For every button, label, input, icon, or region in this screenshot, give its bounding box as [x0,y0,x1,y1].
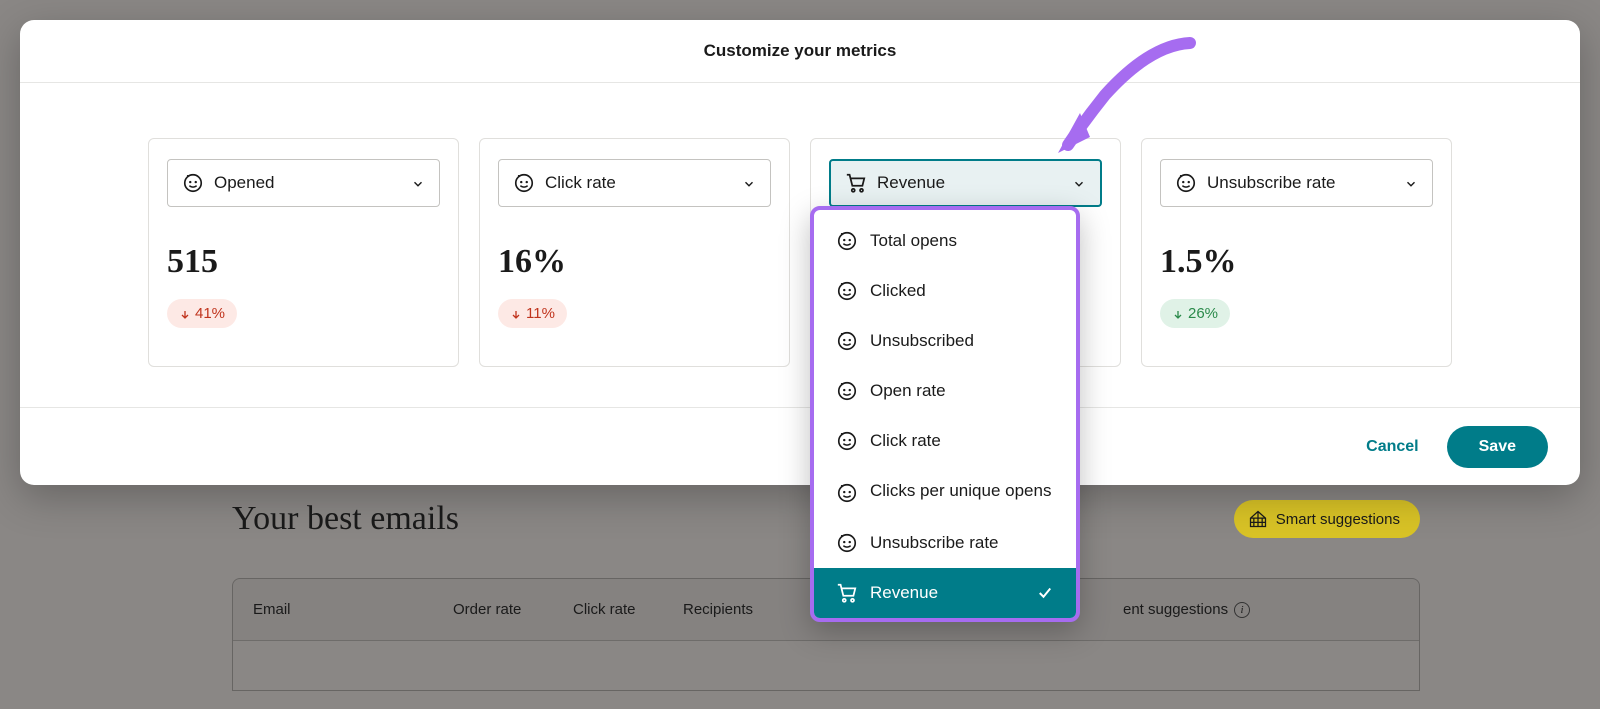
metric-dropdown[interactable]: Total opens Clicked Unsubscribed Open ra… [810,206,1080,622]
freddie-icon [836,380,858,402]
metric-delta: 41% [167,299,237,328]
modal-footer: Cancel Save [20,407,1580,485]
modal-body: Opened 515 41% [20,83,1580,407]
dropdown-option-label: Clicks per unique opens [870,480,1051,503]
metric-select-label: Opened [214,173,275,193]
arrow-down-icon [1172,308,1184,320]
dropdown-option-label: Click rate [870,431,941,451]
metric-delta: 26% [1160,299,1230,328]
freddie-icon [836,430,858,452]
metric-select-label: Unsubscribe rate [1207,173,1336,193]
metric-card-opened: Opened 515 41% [148,138,459,367]
metric-card-click-rate: Click rate 16% 11% [479,138,790,367]
cancel-button[interactable]: Cancel [1366,438,1418,456]
dropdown-option-label: Revenue [870,583,938,603]
metric-value: 515 [167,243,440,281]
freddie-icon [836,532,858,554]
dropdown-option-click-rate[interactable]: Click rate [814,416,1076,466]
dropdown-option-total-opens[interactable]: Total opens [814,216,1076,266]
metric-select-click-rate[interactable]: Click rate [498,159,771,207]
dropdown-option-clicked[interactable]: Clicked [814,266,1076,316]
metric-select-opened[interactable]: Opened [167,159,440,207]
freddie-icon [1175,172,1197,194]
freddie-icon [836,482,858,504]
cart-icon [845,172,867,194]
dropdown-option-clicks-per-unique-opens[interactable]: Clicks per unique opens [814,466,1076,518]
metric-select-label: Revenue [877,173,945,193]
metric-value: 16% [498,243,771,281]
metric-select-label: Click rate [545,173,616,193]
dropdown-option-label: Total opens [870,231,957,251]
metric-select-unsubscribe-rate[interactable]: Unsubscribe rate [1160,159,1433,207]
metric-value: 1.5% [1160,243,1433,281]
dropdown-option-label: Unsubscribe rate [870,533,999,553]
arrow-down-icon [510,308,522,320]
dropdown-option-open-rate[interactable]: Open rate [814,366,1076,416]
metric-select-revenue[interactable]: Revenue [829,159,1102,207]
dropdown-option-revenue[interactable]: Revenue [814,568,1076,618]
arrow-down-icon [179,308,191,320]
check-icon [1036,584,1054,602]
save-button[interactable]: Save [1447,426,1548,468]
modal-title: Customize your metrics [20,20,1580,83]
freddie-icon [836,230,858,252]
freddie-icon [836,330,858,352]
cart-icon [836,582,858,604]
freddie-icon [182,172,204,194]
dropdown-option-label: Clicked [870,281,926,301]
dropdown-option-label: Open rate [870,381,946,401]
chevron-down-icon [742,176,756,190]
dropdown-option-label: Unsubscribed [870,331,974,351]
chevron-down-icon [411,176,425,190]
customize-metrics-modal: Customize your metrics Opened 515 [20,20,1580,485]
metric-delta: 11% [498,299,567,328]
modal-overlay: Customize your metrics Opened 515 [0,0,1600,709]
chevron-down-icon [1072,176,1086,190]
dropdown-option-unsubscribe-rate[interactable]: Unsubscribe rate [814,518,1076,568]
chevron-down-icon [1404,176,1418,190]
metric-card-unsubscribe-rate: Unsubscribe rate 1.5% 26% [1141,138,1452,367]
dropdown-option-unsubscribed[interactable]: Unsubscribed [814,316,1076,366]
freddie-icon [836,280,858,302]
freddie-icon [513,172,535,194]
